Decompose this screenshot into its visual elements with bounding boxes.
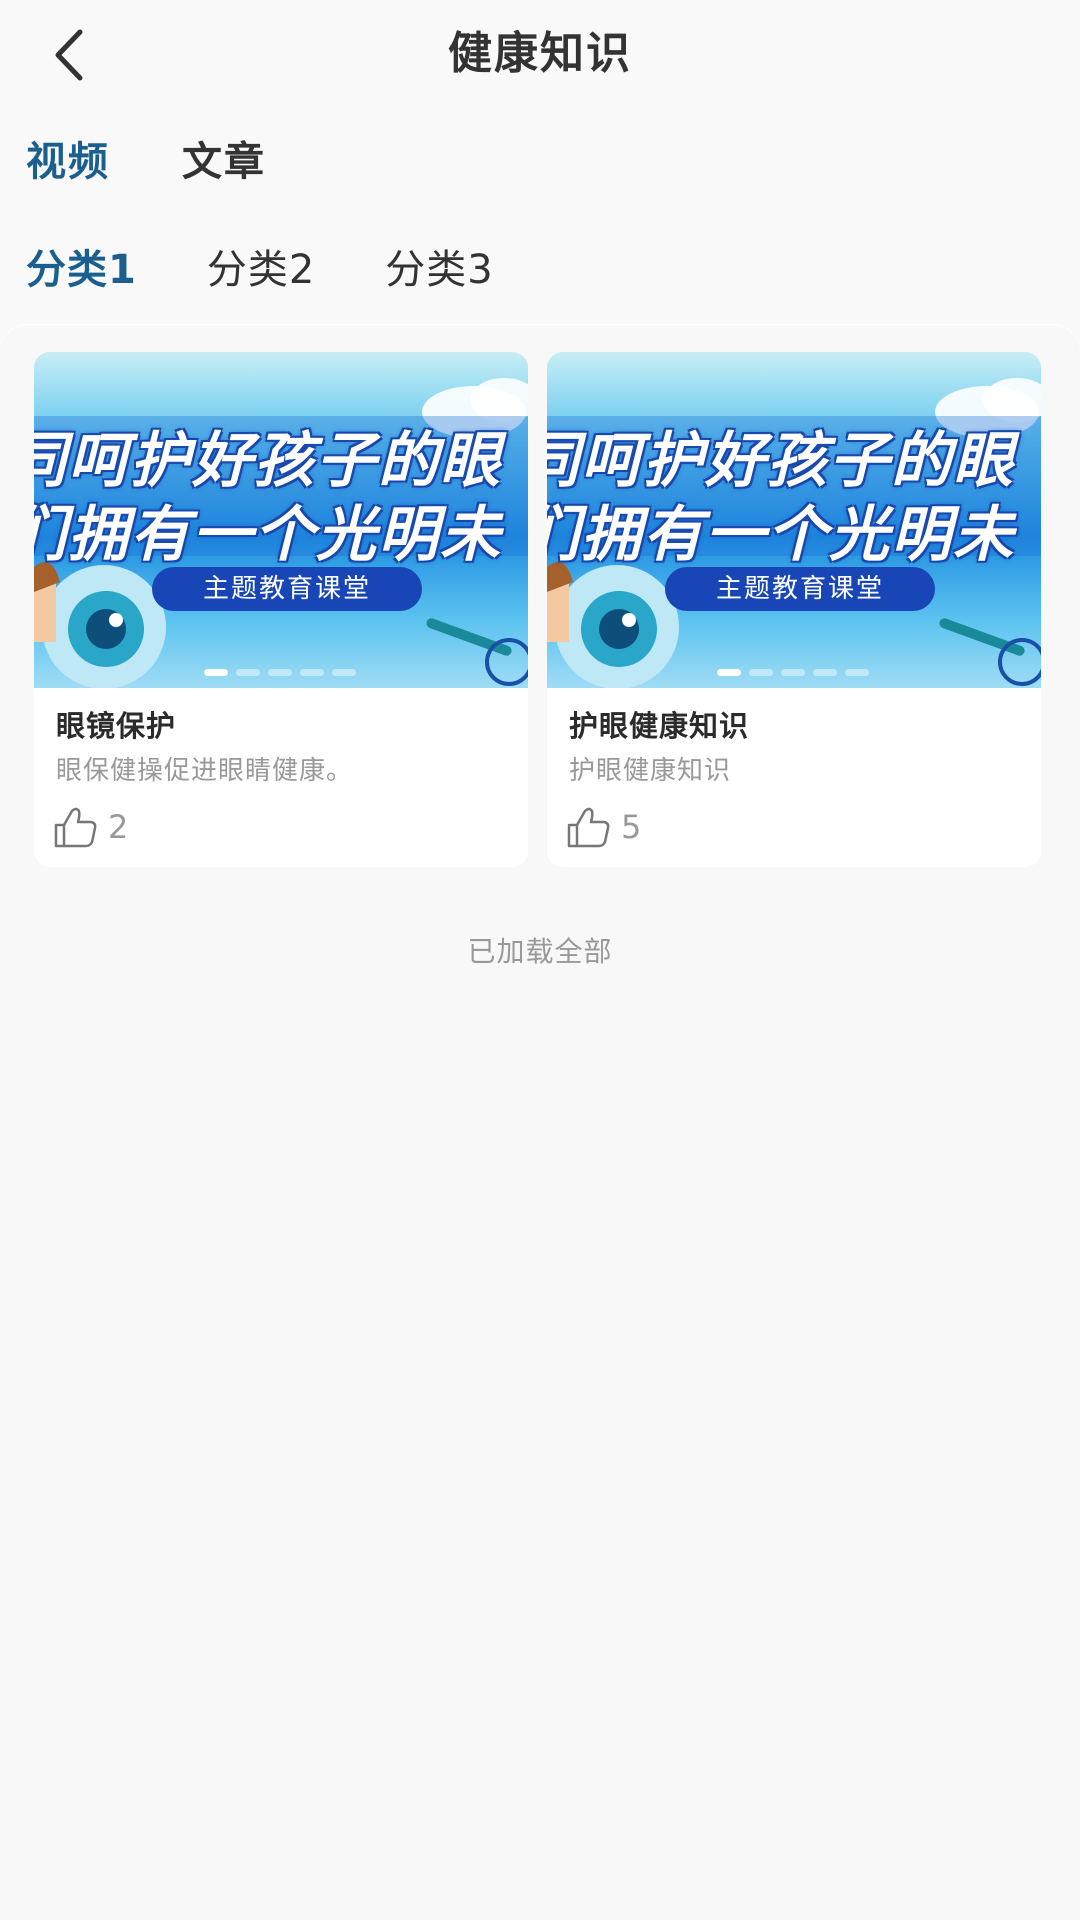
- card-title: 眼镜保护: [56, 709, 177, 743]
- thumbnail-banner: 主题教育课堂: [152, 567, 422, 611]
- load-status-text: 已加载全部: [467, 935, 613, 968]
- like-button[interactable]: 5: [565, 804, 641, 850]
- carousel-indicator: [717, 669, 869, 676]
- card-title: 护眼健康知识: [569, 709, 750, 743]
- video-thumbnail: 同呵护好孩子的眼 们拥有一个光明未 主题教育课堂: [547, 352, 1041, 688]
- tab-video[interactable]: 视频: [26, 132, 110, 192]
- carousel-indicator: [204, 669, 356, 676]
- carousel-dot: [332, 669, 356, 676]
- carousel-dot: [204, 669, 228, 676]
- tab-category-3[interactable]: 分类3: [385, 240, 493, 300]
- thumbnail-headline-1: 同呵护好孩子的眼: [547, 426, 1015, 496]
- card-description: 护眼健康知识: [569, 756, 732, 786]
- header-bar: 健康知识: [0, 0, 1080, 110]
- tab-category-1[interactable]: 分类1: [26, 240, 137, 300]
- card-description: 眼保健操促进眼睛健康。: [56, 756, 354, 786]
- carousel-dot: [717, 669, 741, 676]
- thumbnail-headline-2: 们拥有一个光明未: [547, 500, 1015, 570]
- thumbs-up-icon: [567, 807, 610, 848]
- thumbs-up-icon: [54, 807, 97, 848]
- video-card[interactable]: 同呵护好孩子的眼 们拥有一个光明未 主题教育课堂 眼镜保护 眼保健操促进眼睛健康…: [34, 352, 528, 867]
- main-tab-bar: 视频 文章: [26, 132, 266, 192]
- carousel-dot: [236, 669, 260, 676]
- like-button[interactable]: 2: [52, 804, 128, 850]
- tab-category-2[interactable]: 分类2: [207, 240, 315, 300]
- category-tab-bar: 分类1 分类2 分类3: [26, 240, 494, 300]
- thumbnail-headline-1: 同呵护好孩子的眼: [34, 426, 502, 496]
- carousel-dot: [300, 669, 324, 676]
- carousel-dot: [813, 669, 837, 676]
- page-title: 健康知识: [448, 28, 632, 79]
- video-thumbnail: 同呵护好孩子的眼 们拥有一个光明未 主题教育课堂: [34, 352, 528, 688]
- carousel-dot: [781, 669, 805, 676]
- carousel-dot: [845, 669, 869, 676]
- thumbnail-headline-2: 们拥有一个光明未: [34, 500, 502, 570]
- like-count: 2: [108, 808, 129, 846]
- carousel-dot: [268, 669, 292, 676]
- thumbnail-banner: 主题教育课堂: [665, 567, 935, 611]
- carousel-dot: [749, 669, 773, 676]
- like-count: 5: [621, 808, 642, 846]
- video-card[interactable]: 同呵护好孩子的眼 们拥有一个光明未 主题教育课堂 护眼健康知识 护眼健康知识 5: [547, 352, 1041, 867]
- tab-article[interactable]: 文章: [182, 132, 266, 192]
